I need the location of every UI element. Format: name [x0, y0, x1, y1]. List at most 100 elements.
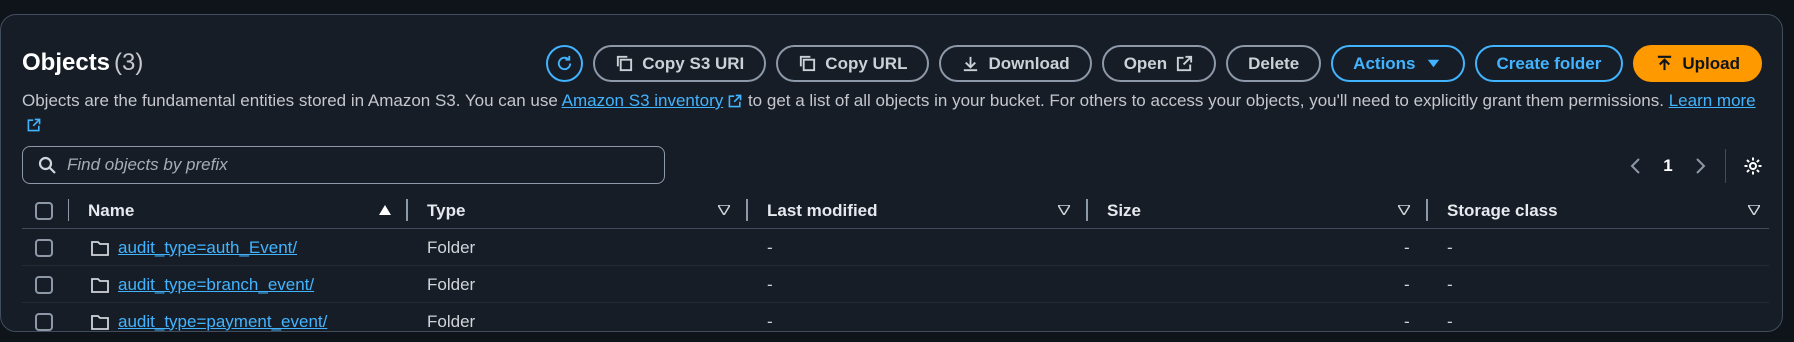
sort-ascending-icon[interactable] [379, 205, 391, 215]
current-page[interactable]: 1 [1651, 156, 1685, 176]
next-page-button[interactable] [1685, 157, 1715, 175]
objects-description: Objects are the fundamental entities sto… [22, 89, 1767, 137]
upload-icon [1658, 55, 1672, 71]
folder-icon [91, 240, 109, 256]
column-name-label: Name [88, 201, 135, 220]
table-body: audit_type=auth_Event/ Folder - - - audi… [22, 229, 1769, 340]
create-folder-button[interactable]: Create folder [1474, 45, 1624, 82]
delete-label: Delete [1248, 53, 1300, 73]
copy-s3-uri-label: Copy S3 URI [642, 53, 745, 73]
delete-button[interactable]: Delete [1226, 45, 1322, 82]
sort-icon[interactable] [1398, 205, 1410, 215]
column-storage-class-label: Storage class [1447, 201, 1558, 220]
search-placeholder: Find objects by prefix [67, 155, 228, 174]
learn-more-link[interactable]: Learn more [1669, 91, 1756, 110]
column-divider[interactable] [1426, 199, 1428, 221]
folder-icon [91, 277, 109, 293]
column-divider[interactable] [746, 199, 748, 221]
column-header-name[interactable]: Name [88, 193, 134, 229]
title-text: Objects [22, 49, 111, 76]
select-all-cell [35, 193, 53, 229]
object-name-link[interactable]: audit_type=payment_event/ [118, 312, 327, 332]
copy-url-label: Copy URL [825, 53, 908, 73]
column-header-size[interactable]: Size [1107, 193, 1141, 229]
select-all-checkbox[interactable] [35, 202, 53, 220]
sort-icon[interactable] [1058, 205, 1070, 215]
row-checkbox[interactable] [35, 312, 53, 331]
create-folder-label: Create folder [1496, 53, 1602, 73]
download-label: Download [988, 53, 1070, 73]
column-header-last-modified[interactable]: Last modified [767, 193, 878, 229]
column-size-label: Size [1107, 201, 1142, 220]
table-row: audit_type=auth_Event/ Folder - - - [22, 229, 1769, 266]
row-checkbox[interactable] [35, 238, 53, 257]
toolbar: Copy S3 URI Copy URL Download Open Delet… [546, 45, 1762, 82]
pager-divider [1725, 149, 1726, 183]
object-type: Folder [427, 274, 476, 294]
actions-dropdown[interactable]: Actions [1331, 45, 1465, 82]
copy-icon [800, 55, 816, 72]
column-divider [68, 199, 69, 221]
object-last-modified: - [767, 274, 773, 294]
open-button[interactable]: Open [1101, 45, 1217, 82]
preferences-button[interactable] [1738, 156, 1768, 176]
chevron-left-icon [1630, 158, 1640, 174]
object-name-link[interactable]: audit_type=auth_Event/ [118, 238, 297, 258]
download-button[interactable]: Download [939, 45, 1092, 82]
search-input[interactable]: Find objects by prefix [22, 146, 665, 184]
chevron-right-icon [1696, 158, 1706, 174]
gear-icon [1744, 157, 1762, 175]
actions-label: Actions [1353, 53, 1416, 73]
pagination: 1 [1621, 148, 1768, 184]
download-icon [964, 56, 978, 72]
upload-button[interactable]: Upload [1633, 45, 1762, 82]
column-last-modified-label: Last modified [767, 201, 878, 220]
previous-page-button[interactable] [1621, 157, 1651, 175]
table-row: audit_type=payment_event/ Folder - - - [22, 303, 1769, 340]
external-link-icon [27, 118, 41, 132]
folder-icon [91, 314, 109, 330]
object-storage-class: - [1447, 311, 1453, 331]
upload-label: Upload [1682, 53, 1740, 73]
description-text-1: Objects are the fundamental entities sto… [22, 91, 562, 110]
object-type: Folder [427, 237, 476, 257]
objects-header: Objects (3) Copy S3 URI Copy URL Download… [22, 45, 1762, 85]
copy-url-button[interactable]: Copy URL [776, 45, 930, 82]
open-label: Open [1123, 53, 1168, 73]
column-divider[interactable] [406, 199, 408, 221]
object-storage-class: - [1447, 274, 1453, 294]
refresh-button[interactable] [546, 45, 584, 82]
refresh-icon [558, 55, 572, 71]
page-title: Objects (3) [22, 49, 143, 77]
object-count: (3) [114, 49, 144, 76]
table-header: Name Type Last modified Size Storage cla… [22, 193, 1769, 229]
column-header-type[interactable]: Type [427, 193, 465, 229]
object-last-modified: - [767, 237, 773, 257]
object-type: Folder [427, 311, 476, 331]
caret-down-icon [1427, 59, 1439, 68]
table-row: audit_type=branch_event/ Folder - - - [22, 266, 1769, 303]
copy-s3-uri-button[interactable]: Copy S3 URI [593, 45, 767, 82]
s3-inventory-link[interactable]: Amazon S3 inventory [562, 91, 724, 110]
external-link-icon [1177, 55, 1193, 72]
object-size: - [1404, 274, 1410, 294]
copy-icon [617, 55, 633, 72]
object-storage-class: - [1447, 237, 1453, 257]
object-last-modified: - [767, 311, 773, 331]
sort-icon[interactable] [1748, 205, 1760, 215]
object-size: - [1404, 237, 1410, 257]
column-type-label: Type [427, 201, 466, 220]
column-header-storage-class[interactable]: Storage class [1447, 193, 1558, 229]
object-size: - [1404, 311, 1410, 331]
search-icon [38, 156, 56, 174]
s3-inventory-link-label: Amazon S3 inventory [561, 91, 724, 110]
object-name-link[interactable]: audit_type=branch_event/ [118, 275, 314, 295]
description-text-2: to get a list of all objects in your buc… [743, 91, 1669, 110]
objects-panel: Objects (3) Copy S3 URI Copy URL Download… [0, 14, 1783, 332]
sort-icon[interactable] [718, 205, 730, 215]
external-link-icon [728, 94, 742, 108]
objects-table: Name Type Last modified Size Storage cla… [22, 193, 1769, 340]
learn-more-label: Learn more [1668, 91, 1756, 110]
row-checkbox[interactable] [35, 275, 53, 294]
column-divider[interactable] [1086, 199, 1088, 221]
